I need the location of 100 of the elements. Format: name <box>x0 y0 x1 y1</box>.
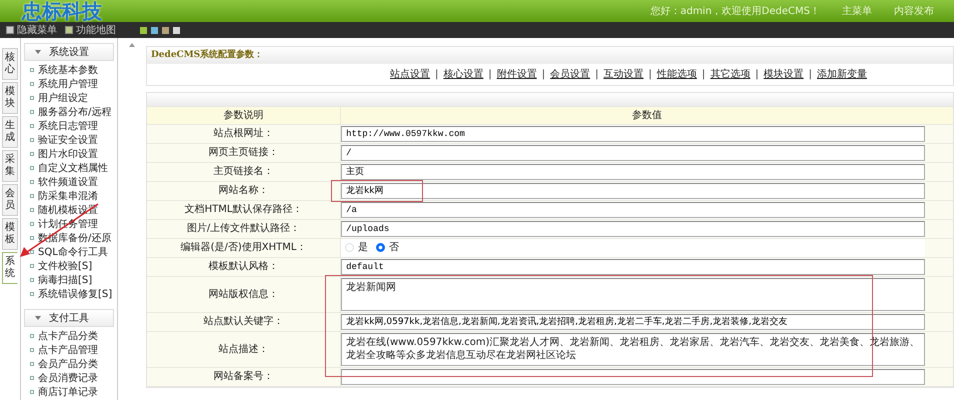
sidebar-item[interactable]: 文件校验[S] <box>38 258 92 274</box>
field-label: 文档HTML默认保存路径： <box>147 200 341 219</box>
toolbar-button[interactable]: 隐藏菜单 <box>6 22 57 38</box>
sidebar-item[interactable]: 系统错误修复[S] <box>38 286 112 302</box>
side-tab[interactable]: 采集 <box>2 150 18 182</box>
field-label: 图片/上传文件默认路径： <box>147 219 341 238</box>
input-field[interactable]: /uploads <box>341 220 926 236</box>
config-tab[interactable]: 会员设置 <box>550 67 590 82</box>
input-field[interactable]: 主页 <box>341 164 926 180</box>
side-tab[interactable]: 核心 <box>2 48 18 80</box>
bullet-icon <box>30 278 34 282</box>
side-tab[interactable]: 系统 <box>2 252 18 284</box>
skin-swatch[interactable] <box>162 26 169 34</box>
sidebar-item[interactable]: 会员消费记录 <box>38 370 98 386</box>
config-tab[interactable]: 核心设置 <box>443 67 484 82</box>
radio-label: 否 <box>389 241 400 255</box>
separator: | <box>595 68 598 82</box>
sidebar-item[interactable]: 软件频道设置 <box>38 174 98 190</box>
field-label: 网站备案号： <box>147 367 341 386</box>
bullet-icon <box>30 362 34 366</box>
field-label: 站点默认关键字： <box>147 312 341 331</box>
radio-button[interactable] <box>376 243 386 252</box>
sidebar-item[interactable]: SQL命令行工具 <box>38 244 108 260</box>
section-title: 系统设置 <box>49 46 89 60</box>
sidebar-item[interactable]: 会员产品分类 <box>38 356 98 372</box>
field-label: 网站名称： <box>147 181 341 200</box>
sidebar-item[interactable]: 系统基本参数 <box>38 62 98 78</box>
bullet-icon <box>30 376 34 380</box>
bullet-icon <box>30 250 34 254</box>
input-field[interactable]: 龙岩kk网,0597kk,龙岩信息,龙岩新闻,龙岩资讯,龙岩招聘,龙岩租房,龙岩二手车,龙岩二手房,龙岩装修,龙岩交友 <box>341 314 926 330</box>
separator: | <box>702 68 706 82</box>
section-title: 支付工具 <box>49 312 89 326</box>
bullet-icon <box>30 292 34 296</box>
sidebar-item[interactable]: 系统用户管理 <box>38 76 98 92</box>
bullet-icon <box>30 390 34 394</box>
section-header[interactable]: 支付工具 <box>24 309 114 327</box>
field-label: 站点根网址： <box>147 124 341 143</box>
input-field[interactable]: http://www.0597kkw.com <box>341 126 926 142</box>
config-tab[interactable]: 互动设置 <box>604 67 644 82</box>
greeting-text: 您好：admin，欢迎使用DedeCMS！ <box>650 4 820 18</box>
config-tab[interactable]: 其它选项 <box>710 67 750 82</box>
config-tab[interactable]: 性能选项 <box>656 67 697 82</box>
logo: 忠标科技 <box>22 0 102 22</box>
bullet-icon <box>30 152 34 156</box>
scroll-up-icon[interactable] <box>129 43 135 47</box>
bullet-icon <box>30 264 34 268</box>
bullet-icon <box>30 348 34 352</box>
separator: | <box>435 68 438 82</box>
sidebar-item[interactable]: 商店订单记录 <box>38 384 98 400</box>
skin-swatch[interactable] <box>151 26 158 34</box>
side-tab[interactable]: 模块 <box>2 82 18 114</box>
skin-swatch[interactable] <box>140 26 147 34</box>
config-tab[interactable]: 站点设置 <box>390 67 430 82</box>
sidebar-item[interactable]: 自定义文档属性 <box>38 160 108 176</box>
bullet-icon <box>30 82 34 86</box>
bullet-icon <box>30 236 34 240</box>
sidebar-item[interactable]: 用户组设定 <box>38 90 88 106</box>
bullet-icon <box>30 68 34 72</box>
bullet-icon <box>30 124 34 128</box>
sidebar-item[interactable]: 验证安全设置 <box>38 132 98 148</box>
separator: | <box>488 68 492 82</box>
side-tab[interactable]: 会员 <box>2 184 18 216</box>
sidebar-item[interactable]: 点卡产品管理 <box>38 342 98 358</box>
input-field[interactable]: / <box>341 144 926 160</box>
bullet-icon <box>30 180 34 184</box>
sidebar-item[interactable]: 系统日志管理 <box>38 118 98 134</box>
side-tab[interactable]: 生成 <box>2 116 18 148</box>
config-tab[interactable]: 附件设置 <box>496 67 537 82</box>
field-label: 网站版权信息： <box>147 276 341 312</box>
bullet-icon <box>30 110 34 114</box>
column-header: 参数值 <box>340 107 953 124</box>
sidebar-item[interactable]: 服务器分布/远程 <box>38 104 112 120</box>
input-field[interactable]: default <box>341 258 926 274</box>
square-icon <box>6 26 14 34</box>
sidebar-item[interactable]: 防采集串混淆 <box>38 188 98 204</box>
bullet-icon <box>30 138 34 142</box>
input-field[interactable]: /a <box>341 202 926 218</box>
bullet-icon <box>30 194 34 198</box>
caret-down-icon <box>35 316 41 320</box>
input-field[interactable]: 龙岩kk网 <box>341 182 926 198</box>
bullet-icon <box>30 96 34 100</box>
side-tab[interactable]: 模板 <box>2 218 18 250</box>
separator: | <box>648 68 652 82</box>
bullet-icon <box>30 334 34 338</box>
bullet-icon <box>30 166 34 170</box>
toolbar-button[interactable]: 功能地图 <box>65 22 116 38</box>
field-label: 模板默认风格： <box>147 257 341 276</box>
radio-label: 是 <box>358 241 368 255</box>
field-label: 编辑器(是/否)使用XHTML： <box>147 238 341 257</box>
caret-down-icon <box>35 50 41 54</box>
separator: | <box>808 68 812 82</box>
sidebar-item[interactable]: 图片水印设置 <box>38 146 98 162</box>
bullet-icon <box>30 208 34 212</box>
section-header[interactable]: 系统设置 <box>24 43 114 61</box>
field-label: 主页链接名： <box>147 162 341 181</box>
sidebar-item[interactable]: 病毒扫描[S] <box>38 272 92 288</box>
config-tab[interactable]: 模块设置 <box>764 67 804 82</box>
skin-swatch[interactable] <box>173 26 180 34</box>
config-tab[interactable]: 添加新变量 <box>817 67 867 82</box>
sidebar-item[interactable]: 点卡产品分类 <box>38 328 98 344</box>
